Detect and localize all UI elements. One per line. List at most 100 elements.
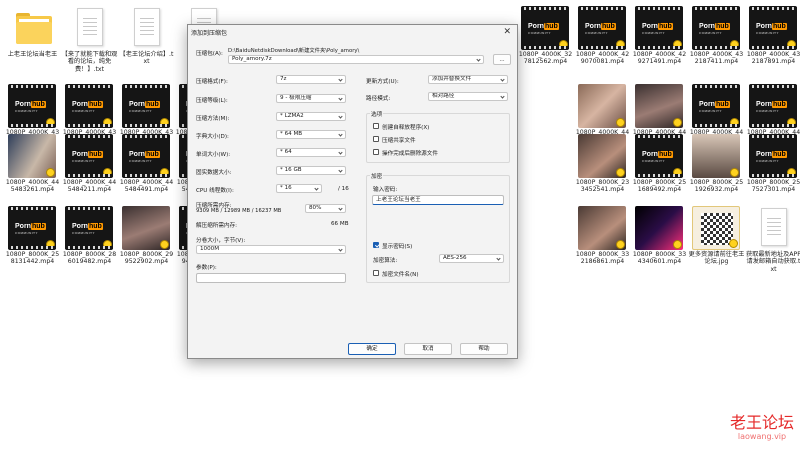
file-item[interactable]: 1080P_8000K_299522902.mp4: [118, 203, 175, 269]
file-item[interactable]: Pornhub COMMUNITY 1080P_8000K_286019482.mp…: [61, 203, 118, 269]
file-name: 获取最新地址及APP请发邮箱自动获取.txt: [745, 251, 800, 273]
show-password-checkbox[interactable]: [373, 242, 379, 248]
sfx-checkbox[interactable]: [373, 123, 379, 129]
level-select[interactable]: 9 - 极限压缩: [276, 94, 346, 103]
file-item[interactable]: Pornhub COMMUNITY 1080P_4000K_429271491.mp…: [631, 3, 688, 69]
lock-badge-icon: [730, 118, 739, 127]
format-select[interactable]: 7z: [276, 75, 346, 84]
video-thumbnail: PornhubCOMMUNITY: [749, 6, 797, 50]
archive-name-combo[interactable]: Poly_amory.7z: [228, 55, 484, 64]
file-name: 1080P_8000K_332186861.mp4: [575, 251, 630, 266]
file-item[interactable]: 上老王论坛当老王: [4, 3, 61, 69]
encryption-title: 加密: [370, 172, 384, 180]
enc-method-select[interactable]: AES-256: [439, 254, 504, 263]
ok-button[interactable]: 确定: [348, 343, 396, 355]
help-button[interactable]: 帮助: [460, 343, 508, 355]
folder-icon: [8, 6, 56, 50]
file-item[interactable]: 1080P_8000K_233452541.mp4: [574, 131, 631, 197]
solid-value: * 16 GB: [280, 167, 302, 173]
file-item[interactable]: 更多资源请前往老王论坛.jpg: [688, 203, 745, 269]
format-value: 7z: [280, 76, 287, 82]
params-input[interactable]: [196, 273, 346, 283]
text-file-icon: [122, 6, 170, 50]
file-name: 上老王论坛当老王: [7, 51, 58, 58]
file-item[interactable]: Pornhub COMMUNITY 1080P_4000K_445484211.mp…: [61, 131, 118, 197]
archive-name-value: Poly_amory.7z: [232, 56, 272, 62]
word-select[interactable]: * 64: [276, 148, 346, 157]
video-thumbnail: PornhubCOMMUNITY: [749, 134, 797, 178]
video-thumbnail: PornhubCOMMUNITY: [749, 84, 797, 128]
text-file-icon: [65, 6, 113, 50]
file-item[interactable]: 1080P_8000K_334340601.mp4: [631, 203, 688, 269]
file-name: 1080P_8000K_257527301.mp4: [746, 179, 800, 194]
video-thumbnail: PornhubCOMMUNITY: [521, 6, 569, 50]
chevron-down-icon: [496, 256, 501, 261]
method-select[interactable]: * LZMA2: [276, 112, 346, 121]
file-item[interactable]: 【老王论坛介绍】.txt: [118, 3, 175, 69]
lock-badge-icon: [103, 168, 112, 177]
file-name: 1080P_4000K_445484491.mp4: [119, 179, 174, 194]
password-input[interactable]: 上老王论坛当老王: [372, 195, 504, 205]
chevron-down-icon: [338, 114, 343, 119]
dict-select[interactable]: * 64 MB: [276, 130, 346, 139]
close-icon[interactable]: ✕: [503, 27, 511, 37]
file-name: 1080P_8000K_233452541.mp4: [575, 179, 630, 194]
video-brand-mark: PornhubCOMMUNITY: [72, 101, 103, 113]
path-mode-select[interactable]: 相对路径: [428, 92, 508, 101]
decomp-value: 66 MB: [331, 221, 349, 227]
video-brand-mark: PornhubCOMMUNITY: [129, 101, 160, 113]
archive-label: 压缩包(A):: [196, 51, 223, 57]
file-item[interactable]: Pornhub COMMUNITY 1080P_4000K_429070081.mp…: [574, 3, 631, 69]
add-to-archive-dialog: 添加到压缩包 ✕ 压缩包(A): D:\BaiduNetdiskDownload…: [187, 24, 518, 359]
cancel-button[interactable]: 取消: [404, 343, 452, 355]
file-item[interactable]: Pornhub COMMUNITY 1080P_8000K_258131442.mp…: [4, 203, 61, 269]
enc-method-label: 加密算法:: [373, 258, 398, 264]
file-item[interactable]: 【来了就能下载和观看的论坛，纯免费！】.txt: [61, 3, 118, 73]
level-label: 压缩等级(L):: [196, 98, 228, 104]
file-item[interactable]: Pornhub COMMUNITY 1080P_4000K_327812562.mp…: [517, 3, 574, 69]
file-explorer: 上老王论坛当老王 【来了就能下载和观看的论坛，纯免费！】.txt 【老王论坛介绍】.…: [0, 0, 800, 451]
encrypt-names-label: 加密文件名(N): [382, 272, 419, 278]
encrypt-names-checkbox[interactable]: [373, 270, 379, 276]
encryption-group: 加密 输入密码: 上老王论坛当老王 显示密码(S) 加密算法: AES-256 …: [366, 172, 510, 283]
file-item[interactable]: Pornhub COMMUNITY 1080P_8000K_257527301.mp…: [745, 131, 800, 197]
file-item[interactable]: Pornhub COMMUNITY 1080P_4000K_432187891.mp…: [745, 3, 800, 69]
video-thumbnail: [578, 134, 626, 178]
video-thumbnail: PornhubCOMMUNITY: [8, 84, 56, 128]
file-item[interactable]: 获取最新地址及APP请发邮箱自动获取.txt: [745, 203, 800, 273]
file-name: 1080P_4000K_432187891.mp4: [746, 51, 800, 66]
image-thumbnail: [692, 206, 740, 250]
options-group: 选项 创建自释放程序(X) 压缩共享文件 操作完成后删除源文件: [366, 110, 510, 163]
split-select[interactable]: 1000M: [196, 245, 346, 254]
video-brand-mark: PornhubCOMMUNITY: [72, 151, 103, 163]
file-item[interactable]: Pornhub COMMUNITY 1080P_4000K_432187411.mp…: [688, 3, 745, 69]
video-brand-mark: PornhubCOMMUNITY: [756, 151, 787, 163]
file-item[interactable]: Pornhub COMMUNITY 1080P_4000K_445484491.mp…: [118, 131, 175, 197]
chevron-down-icon: [338, 132, 343, 137]
file-item[interactable]: 1080P_8000K_251926932.mp4: [688, 131, 745, 197]
file-item[interactable]: 1080P_8000K_332186861.mp4: [574, 203, 631, 269]
delete-checkbox[interactable]: [373, 149, 379, 155]
enc-method-value: AES-256: [443, 255, 467, 261]
file-name: 1080P_8000K_299522902.mp4: [119, 251, 174, 266]
update-select[interactable]: 添加并替换文件: [428, 75, 508, 84]
page-icon: [134, 8, 160, 46]
video-brand-mark: PornhubCOMMUNITY: [129, 151, 160, 163]
threads-select[interactable]: * 16: [276, 184, 322, 193]
video-brand-mark: PornhubCOMMUNITY: [642, 151, 673, 163]
video-brand-mark: PornhubCOMMUNITY: [756, 101, 787, 113]
video-thumbnail: PornhubCOMMUNITY: [635, 6, 683, 50]
chevron-down-icon: [338, 168, 343, 173]
solid-select[interactable]: * 16 GB: [276, 166, 346, 175]
video-brand-mark: PornhubCOMMUNITY: [15, 223, 46, 235]
file-item[interactable]: 1080P_4000K_445483261.mp4: [4, 131, 61, 197]
lock-badge-icon: [160, 168, 169, 177]
memory-percent-select[interactable]: 80%: [305, 204, 346, 213]
video-brand-mark: PornhubCOMMUNITY: [528, 23, 559, 35]
word-value: * 64: [280, 149, 292, 155]
browse-button[interactable]: ...: [493, 54, 511, 65]
file-name: 更多资源请前往老王论坛.jpg: [688, 251, 745, 266]
file-item[interactable]: Pornhub COMMUNITY 1080P_8000K_251689492.mp…: [631, 131, 688, 197]
shared-checkbox[interactable]: [373, 136, 379, 142]
video-thumbnail: [8, 134, 56, 178]
